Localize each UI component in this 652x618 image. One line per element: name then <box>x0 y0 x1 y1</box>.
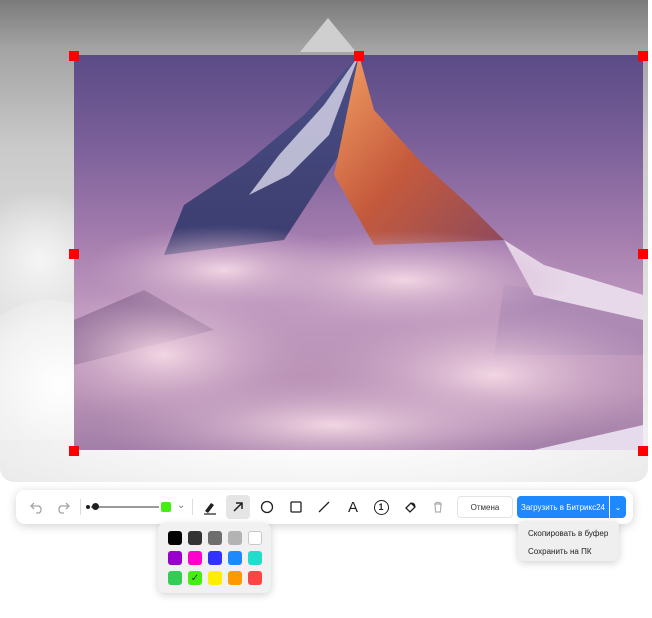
resize-handle-top-right[interactable] <box>638 51 648 61</box>
palette-color-swatch[interactable] <box>228 551 242 565</box>
toolbar-separator <box>192 499 193 515</box>
text-icon[interactable]: A <box>342 496 364 518</box>
color-swatch[interactable] <box>161 502 171 512</box>
redo-icon[interactable] <box>52 496 74 518</box>
menu-item-save[interactable]: Сохранить на ПК <box>528 547 591 556</box>
palette-color-swatch[interactable] <box>168 551 182 565</box>
trash-icon[interactable] <box>427 496 449 518</box>
toolbar-separator <box>80 499 81 515</box>
size-min-dot <box>86 505 90 509</box>
line-icon[interactable] <box>313 496 335 518</box>
size-slider-track[interactable] <box>91 506 159 508</box>
palette-color-swatch[interactable] <box>188 531 202 545</box>
palette-color-swatch[interactable] <box>248 571 262 585</box>
cancel-button[interactable]: Отмена <box>457 496 513 518</box>
mountain-image <box>74 55 643 450</box>
palette-color-swatch[interactable] <box>248 531 262 545</box>
upload-button[interactable]: Загрузить в Битрикс24 <box>517 496 609 518</box>
palette-color-swatch[interactable] <box>208 551 222 565</box>
check-icon: ✓ <box>190 572 200 584</box>
size-slider-knob[interactable] <box>92 503 99 510</box>
upload-menu-button[interactable]: ⌄ <box>610 496 626 518</box>
palette-color-swatch[interactable] <box>208 571 222 585</box>
palette-color-swatch[interactable] <box>168 571 182 585</box>
resize-handle-bottom-right[interactable] <box>638 446 648 456</box>
blur-icon[interactable] <box>399 496 421 518</box>
chevron-down-icon: ⌄ <box>614 502 622 512</box>
palette-color-swatch[interactable] <box>208 531 222 545</box>
backdrop-peak <box>300 18 356 52</box>
palette-color-swatch[interactable] <box>248 551 262 565</box>
resize-handle-top[interactable] <box>354 51 364 61</box>
arrow-icon[interactable] <box>226 495 250 519</box>
color-palette: ✓ <box>158 523 271 593</box>
rectangle-icon[interactable] <box>285 496 307 518</box>
palette-color-swatch[interactable] <box>188 551 202 565</box>
upload-dropdown-menu: Скопировать в буфер Сохранить на ПК <box>518 521 619 561</box>
resize-handle-top-left[interactable] <box>69 51 79 61</box>
palette-color-swatch[interactable]: ✓ <box>188 571 202 585</box>
palette-color-swatch[interactable] <box>228 571 242 585</box>
menu-item-copy[interactable]: Скопировать в буфер <box>528 529 608 538</box>
selection-area[interactable] <box>74 55 643 450</box>
palette-color-swatch[interactable] <box>228 531 242 545</box>
circle-icon[interactable] <box>256 496 278 518</box>
marker-icon[interactable] <box>199 496 221 518</box>
resize-handle-left[interactable] <box>69 249 79 259</box>
resize-handle-right[interactable] <box>638 249 648 259</box>
number-icon[interactable]: 1 <box>370 496 392 518</box>
resize-handle-bottom-left[interactable] <box>69 446 79 456</box>
undo-icon[interactable] <box>26 496 48 518</box>
editor-toolbar: ⌄ A 1 Отмена Загрузить в Битрикс24 ⌄ <box>16 490 633 524</box>
number-icon-label: 1 <box>373 499 389 515</box>
palette-color-swatch[interactable] <box>168 531 182 545</box>
chevron-down-icon[interactable]: ⌄ <box>177 500 185 511</box>
